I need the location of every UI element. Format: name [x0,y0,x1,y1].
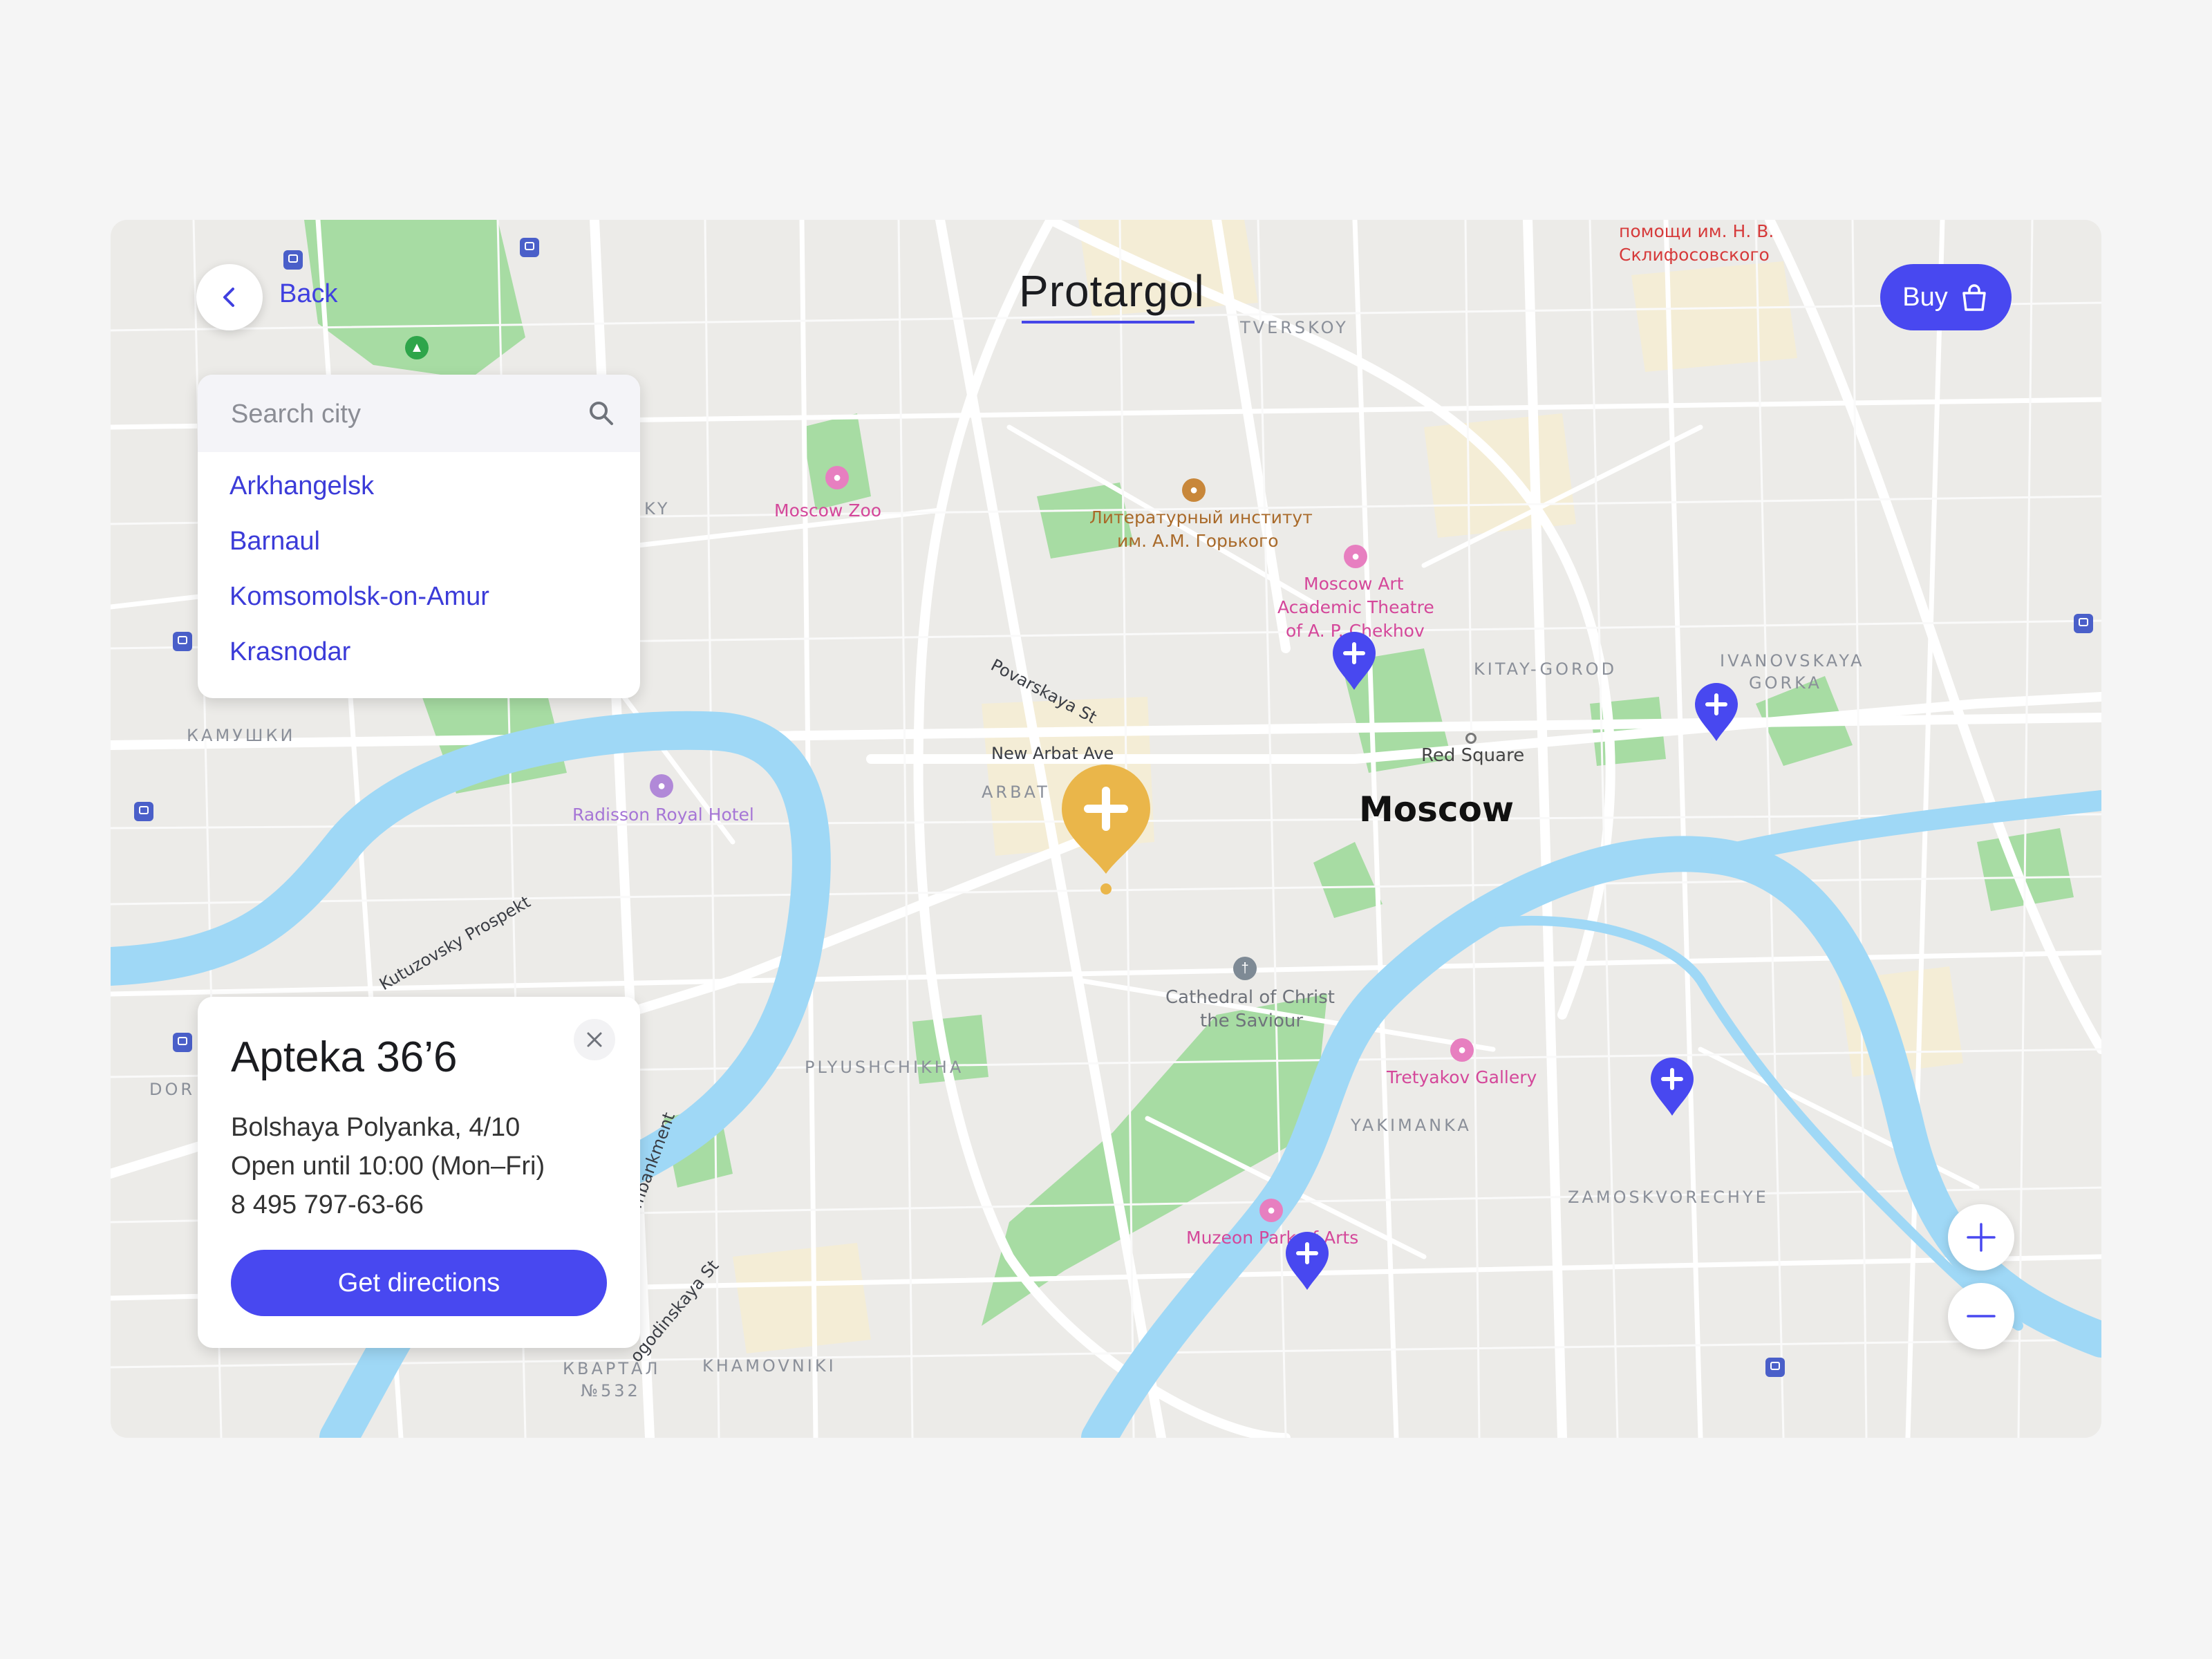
back-button[interactable] [196,264,263,330]
city-search-panel: Arkhangelsk Barnaul Komsomolsk-on-Amur K… [198,375,640,698]
district-label: КАМУШКИ [187,726,296,745]
district-label: YAKIMANKA [1351,1116,1472,1135]
selected-pharmacy-marker-icon[interactable] [1060,763,1152,901]
poi-label-hospital: Склифосовского [1619,245,1770,265]
church-icon: † [1233,957,1257,980]
city-item[interactable]: Arkhangelsk [229,471,374,501]
poi-label-cathedral: the Saviour [1200,1011,1304,1031]
chevron-left-icon [223,288,234,307]
district-label: IVANOVSKAYA [1720,651,1865,671]
poi-label-institute: Литературный институт [1089,507,1313,527]
minus-icon [1967,1315,1996,1318]
district-label: KHAMOVNIKI [702,1356,836,1376]
city-item[interactable]: Komsomolsk-on-Amur [229,582,489,612]
metro-icon [283,250,303,270]
search-input[interactable] [229,375,564,453]
city-item[interactable]: Barnaul [229,527,320,556]
city-label: Moscow [1359,789,1515,830]
poi-label-muzeon: Muzeon Park of Arts [1186,1228,1359,1248]
poi-label-zoo: Moscow Zoo [774,500,882,521]
district-label: KY [644,499,671,518]
district-label: DOR [149,1080,196,1099]
map-view[interactable]: ▲ ● ● ● ● † ● ● TVERSKOY ARBAT KITAY-GOR… [111,220,2101,1438]
pharmacy-name: Apteka 36’6 [231,1033,458,1081]
pharmacy-marker-icon[interactable] [1284,1230,1330,1290]
district-label: KITAY-GOROD [1474,659,1618,679]
metro-icon [134,802,153,821]
zoom-out-button[interactable] [1948,1283,2014,1349]
pharmacy-marker-icon[interactable] [1694,682,1739,741]
buy-label: Buy [1902,282,1948,312]
theatre-icon: ● [1344,545,1367,568]
poi-label-institute: им. А.М. Горького [1117,531,1279,551]
pharmacy-marker-icon[interactable] [1649,1056,1695,1116]
metro-icon [2074,614,2093,633]
poi-label-red-square: Red Square [1421,745,1525,766]
poi-label-hotel: Radisson Royal Hotel [572,805,754,825]
hotel-icon: ● [650,774,673,798]
metro-icon [173,1033,192,1052]
pharmacy-phone[interactable]: 8 495 797-63-66 [231,1190,424,1220]
metro-icon [1765,1358,1785,1377]
poi-label-theatre: Academic Theatre [1277,597,1434,617]
search-box [198,375,640,453]
pharmacy-marker-icon[interactable] [1331,630,1377,690]
poi-label-theatre: Moscow Art [1304,574,1404,594]
search-icon[interactable] [588,400,615,427]
metro-icon [173,632,192,651]
title-underline [1022,321,1194,324]
close-button[interactable] [574,1019,615,1060]
pharmacy-address: Bolshaya Polyanka, 4/10 [231,1113,521,1142]
buy-button[interactable]: Buy [1880,264,2012,330]
poi-label-gallery: Tretyakov Gallery [1387,1067,1537,1087]
pharmacy-info-card: Apteka 36’6 Bolshaya Polyanka, 4/10 Open… [198,997,640,1348]
pharmacy-hours: Open until 10:00 (Mon–Fri) [231,1152,545,1181]
zoo-icon: ● [825,466,849,489]
district-label: №532 [581,1381,641,1400]
museum-icon: ● [1450,1038,1474,1062]
poi-label-cathedral: Cathedral of Christ [1165,987,1335,1008]
district-label: ZAMOSKVORECHYE [1568,1188,1769,1207]
district-label: PLYUSHCHIKHA [805,1058,964,1077]
street-label: New Arbat Ave [991,744,1114,763]
institute-icon: ● [1182,478,1206,502]
page-title: Protargol [1019,266,1205,316]
district-label: ARBAT [982,782,1050,802]
get-directions-button[interactable]: Get directions [231,1250,607,1316]
museum-icon: ● [1259,1199,1283,1222]
district-label: TVERSKOY [1240,318,1349,337]
shopping-bag-icon [1962,284,1986,311]
district-label: GORKA [1749,673,1822,693]
district-label: КВАРТАЛ [563,1359,661,1378]
back-link[interactable]: Back [279,279,337,309]
poi-label-hospital: помощи им. Н. В. [1619,221,1774,241]
metro-icon [520,238,539,257]
landmark-dot-icon [1465,733,1477,744]
city-item[interactable]: Krasnodar [229,637,350,667]
close-icon [587,1032,602,1047]
plus-icon [1967,1223,1996,1252]
zoom-in-button[interactable] [1948,1204,2014,1271]
monument-icon: ▲ [405,336,429,359]
